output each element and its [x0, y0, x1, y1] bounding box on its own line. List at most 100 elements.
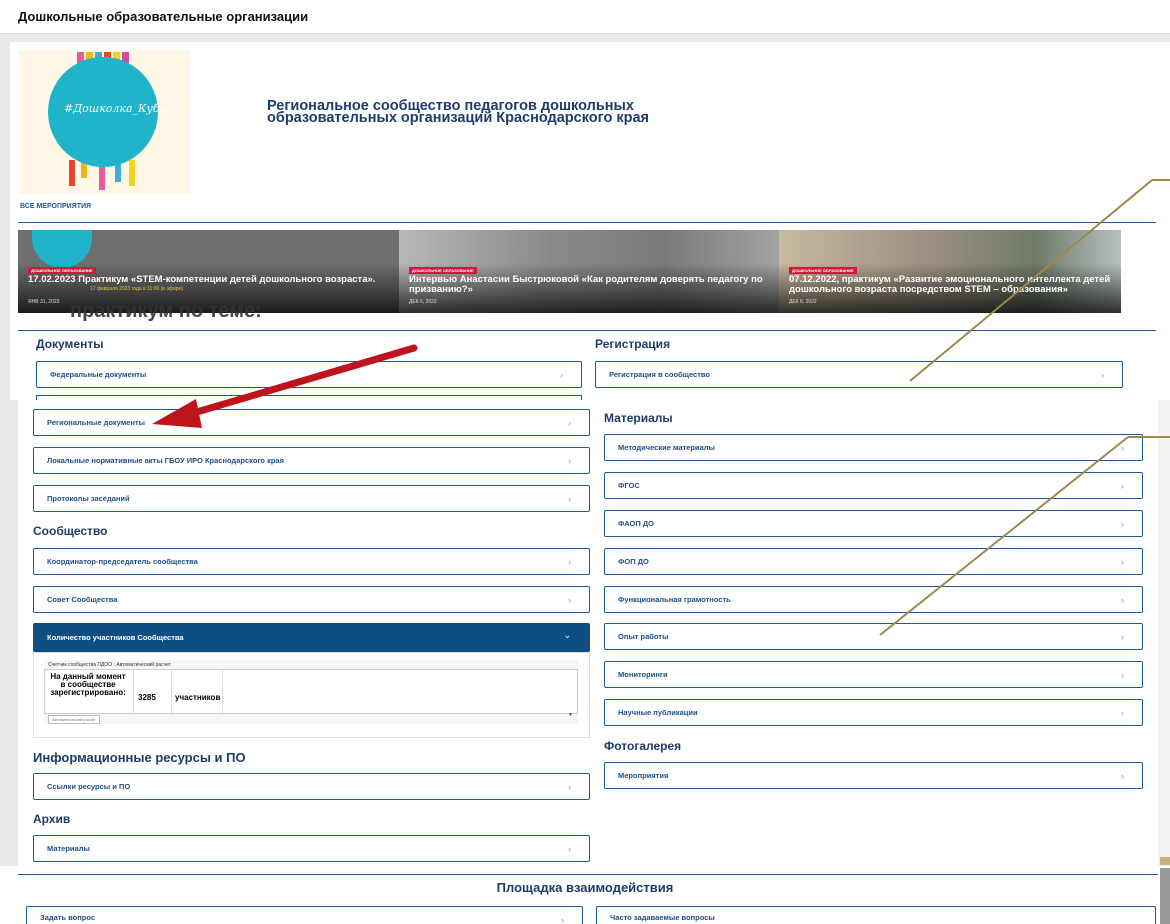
- org-title: Региональное сообщество педагогов дошкол…: [267, 98, 650, 126]
- links-resources-button[interactable]: Ссылки ресурсы и ПО ›: [33, 773, 590, 800]
- page-title: Дошкольные образовательные организации: [18, 9, 309, 24]
- section-community-title: Сообщество: [33, 524, 108, 538]
- events-gallery-label: Мероприятия: [618, 771, 669, 780]
- ask-question-label: Задать вопрос: [40, 912, 96, 922]
- counter-value: 3285: [138, 693, 156, 702]
- lower-right-edge: [1158, 400, 1170, 920]
- chevron-right-icon: ›: [568, 557, 571, 567]
- divider-top: [18, 222, 1156, 223]
- slide-3-category: ДОШКОЛЬНОЕ ОБРАЗОВАНИЕ: [789, 267, 857, 274]
- chevron-down-icon: ⌄: [563, 630, 571, 640]
- functional-literacy-label: Функциональная грамотность: [618, 595, 731, 604]
- section-interaction-title: Площадка взаимодействия: [496, 880, 674, 895]
- counter-footer: [44, 713, 578, 724]
- faop-button[interactable]: ФАОП ДО ›: [604, 510, 1143, 537]
- registration-button[interactable]: Регистрация в сообщество ›: [595, 361, 1123, 388]
- archive-materials-label: Материалы: [47, 844, 90, 853]
- auto-calc-button[interactable]: Автоматический расчет: [48, 715, 100, 724]
- slide-1-category: ДОШКОЛЬНОЕ ОБРАЗОВАНИЕ: [28, 267, 96, 274]
- members-count-label: Количество участников Сообщества: [47, 633, 184, 642]
- regional-documents-button[interactable]: Региональные документы ›: [33, 409, 590, 436]
- slide-3[interactable]: ДОШКОЛЬНОЕ ОБРАЗОВАНИЕ 07.12.2022, практ…: [779, 230, 1121, 313]
- events-gallery-button[interactable]: Мероприятия ›: [604, 762, 1143, 789]
- side-decoration: [1160, 857, 1170, 865]
- counter-scroll-arrow-icon[interactable]: ▼: [568, 712, 573, 718]
- faq-button[interactable]: Часто задаваемые вопросы: [596, 906, 1156, 924]
- slide-2-date: ДЕК 6, 2022: [409, 299, 437, 305]
- federal-documents-button[interactable]: Федеральные документы ›: [36, 361, 582, 388]
- slide-3-title: 07.12.2022, практикум «Развитие эмоциона…: [789, 274, 1111, 295]
- chevron-right-icon: ›: [561, 915, 564, 924]
- counter-grid-line: [222, 670, 223, 713]
- slide-2[interactable]: ДОШКОЛЬНОЕ ОБРАЗОВАНИЕ Интервью Анастаси…: [399, 230, 779, 313]
- chevron-right-icon: ›: [568, 456, 571, 466]
- section-info-title: Информационные ресурсы и ПО: [33, 750, 246, 765]
- work-experience-button[interactable]: Опыт работы ›: [604, 623, 1143, 650]
- section-archive-title: Архив: [33, 812, 71, 826]
- slide-1-date: ЯНВ 31, 2023: [28, 299, 60, 305]
- slide-3-date: ДЕК 6, 2022: [789, 299, 817, 305]
- methodical-materials-label: Методические материалы: [618, 443, 715, 452]
- chevron-right-icon: ›: [1121, 595, 1124, 605]
- local-acts-button[interactable]: Локальные нормативные акты ГБОУ ИРО Крас…: [33, 447, 590, 474]
- logo-text: #Дошколка_Кубани: [64, 102, 181, 115]
- chevron-right-icon: ›: [568, 595, 571, 605]
- chevron-right-icon: ›: [568, 418, 571, 428]
- slide-1-title: 17.02.2023 Практикум «STEM-компетенции д…: [28, 274, 376, 285]
- regional-documents-label: Региональные документы: [47, 418, 146, 427]
- counter-grid-line: [171, 670, 172, 713]
- chevron-right-icon: ›: [1101, 370, 1104, 380]
- slide-1-subtext: 17 февраля 2023 года в 11:00 (в эфире): [90, 286, 184, 292]
- ghost-text: практикум по теме:: [70, 300, 262, 322]
- chevron-right-icon: ›: [1121, 519, 1124, 529]
- top-bar: Дошкольные образовательные организации: [0, 0, 1170, 34]
- methodical-materials-button[interactable]: Методические материалы ›: [604, 434, 1143, 461]
- members-count-button[interactable]: Количество участников Сообщества ⌄: [33, 623, 590, 652]
- faq-label: Часто задаваемые вопросы: [610, 912, 715, 922]
- registration-label: Регистрация в сообщество: [609, 370, 710, 379]
- monitoring-label: Мониторинги: [618, 670, 668, 679]
- faop-label: ФАОП ДО: [618, 519, 655, 528]
- monitoring-button[interactable]: Мониторинги ›: [604, 661, 1143, 688]
- protocols-button[interactable]: Протоколы заседаний ›: [33, 485, 590, 512]
- all-events-link[interactable]: ВСЕ МЕРОПРИЯТИЯ: [20, 203, 91, 210]
- chevron-right-icon: ›: [560, 370, 563, 380]
- scientific-publications-label: Научные публикации: [618, 708, 698, 717]
- section-gallery-title: Фотогалерея: [604, 739, 682, 753]
- links-resources-label: Ссылки ресурсы и ПО: [47, 782, 131, 791]
- chevron-right-icon: ›: [568, 494, 571, 504]
- ask-question-button[interactable]: Задать вопрос ›: [26, 906, 583, 924]
- coordinator-button[interactable]: Координатор-председатель сообщества ›: [33, 548, 590, 575]
- slide-2-category: ДОШКОЛЬНОЕ ОБРАЗОВАНИЕ: [409, 267, 477, 274]
- counter-grid-line: [133, 670, 134, 713]
- chevron-right-icon: ›: [1121, 443, 1124, 453]
- counter-unit: участников: [175, 693, 221, 702]
- section-documents-title: Документы: [36, 337, 104, 351]
- work-experience-label: Опыт работы: [618, 632, 669, 641]
- side-scroll-edge: [1160, 868, 1170, 924]
- chevron-right-icon: ›: [1121, 670, 1124, 680]
- protocols-label: Протоколы заседаний: [47, 494, 130, 503]
- functional-literacy-button[interactable]: Функциональная грамотность ›: [604, 586, 1143, 613]
- logo-drips-graphic: [19, 50, 190, 194]
- chevron-right-icon: ›: [1121, 481, 1124, 491]
- fgos-label: ФГОС: [618, 481, 640, 490]
- federal-documents-label: Федеральные документы: [50, 370, 147, 379]
- divider-bottom: [18, 874, 1158, 875]
- council-label: Совет Сообщества: [47, 595, 118, 604]
- counter-label: На данный момент в сообществе зарегистри…: [50, 672, 126, 697]
- community-logo: #Дошколка_Кубани: [19, 50, 190, 194]
- section-registration-title: Регистрация: [595, 337, 671, 351]
- fop-button[interactable]: ФОП ДО ›: [604, 548, 1143, 575]
- chevron-right-icon: ›: [1121, 557, 1124, 567]
- chevron-right-icon: ›: [568, 782, 571, 792]
- fgos-button[interactable]: ФГОС ›: [604, 472, 1143, 499]
- fop-label: ФОП ДО: [618, 557, 649, 566]
- archive-materials-button[interactable]: Материалы ›: [33, 835, 590, 862]
- chevron-right-icon: ›: [1121, 708, 1124, 718]
- council-button[interactable]: Совет Сообщества ›: [33, 586, 590, 613]
- slide-2-title: Интервью Анастасии Быстрюковой «Как роди…: [409, 274, 763, 295]
- chevron-right-icon: ›: [1121, 771, 1124, 781]
- scientific-publications-button[interactable]: Научные публикации ›: [604, 699, 1143, 726]
- divider-mid: [18, 330, 1156, 331]
